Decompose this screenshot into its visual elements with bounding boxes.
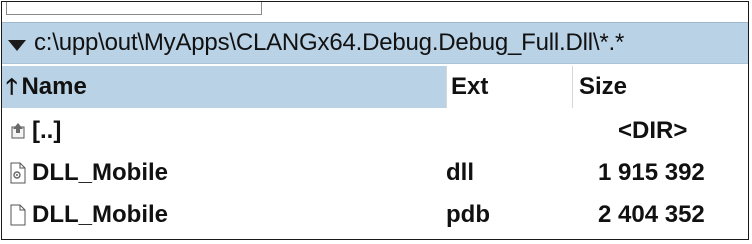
- list-item-size-value: 2 404 352: [598, 201, 705, 228]
- list-item-size: 1 915 392: [572, 159, 748, 187]
- column-header: 🡑 Name Ext Size: [2, 66, 748, 108]
- list-item[interactable]: DLL_Mobile pdb 2 404 352: [2, 194, 748, 236]
- list-item-ext: pdb: [446, 201, 490, 228]
- path-bar[interactable]: c:\upp\out\MyApps\CLANGx64.Debug.Debug_F…: [2, 22, 748, 64]
- partial-input-field[interactable]: [6, 2, 262, 15]
- list-item-name: [..]: [32, 117, 62, 144]
- column-header-ext[interactable]: Ext: [446, 66, 572, 108]
- folder-up-icon: [8, 120, 28, 142]
- list-item-size: <DIR>: [572, 117, 748, 145]
- list-item-name: DLL_Mobile: [32, 201, 168, 228]
- list-item-size-value: <DIR>: [618, 117, 688, 144]
- column-header-size[interactable]: Size: [572, 66, 748, 108]
- list-item[interactable]: [..] <DIR>: [2, 110, 748, 152]
- column-header-name[interactable]: 🡑 Name: [2, 66, 446, 108]
- list-item-name-cell: DLL_Mobile: [2, 159, 446, 187]
- top-edge: [2, 2, 748, 20]
- sort-ascending-arrow-icon: 🡑: [6, 74, 18, 99]
- list-item-ext: dll: [446, 159, 474, 186]
- file-list: [..] <DIR> DLL_Mobile dll 1 915 392 DLL_…: [2, 110, 748, 236]
- list-item[interactable]: DLL_Mobile dll 1 915 392: [2, 152, 748, 194]
- list-item-name-cell: [..]: [2, 117, 446, 145]
- file-icon: [8, 204, 28, 226]
- path-text: c:\upp\out\MyApps\CLANGx64.Debug.Debug_F…: [34, 29, 625, 56]
- list-item-name-cell: DLL_Mobile: [2, 201, 446, 229]
- list-item-size: 2 404 352: [572, 201, 748, 229]
- list-item-size-value: 1 915 392: [598, 159, 705, 186]
- list-item-name: DLL_Mobile: [32, 159, 168, 186]
- file-browser-panel: c:\upp\out\MyApps\CLANGx64.Debug.Debug_F…: [1, 1, 749, 240]
- dll-file-icon: [8, 162, 28, 184]
- column-header-name-label: Name: [21, 73, 87, 100]
- dropdown-triangle-icon[interactable]: [8, 39, 26, 51]
- column-header-size-label: Size: [579, 73, 628, 100]
- column-header-ext-label: Ext: [451, 73, 489, 100]
